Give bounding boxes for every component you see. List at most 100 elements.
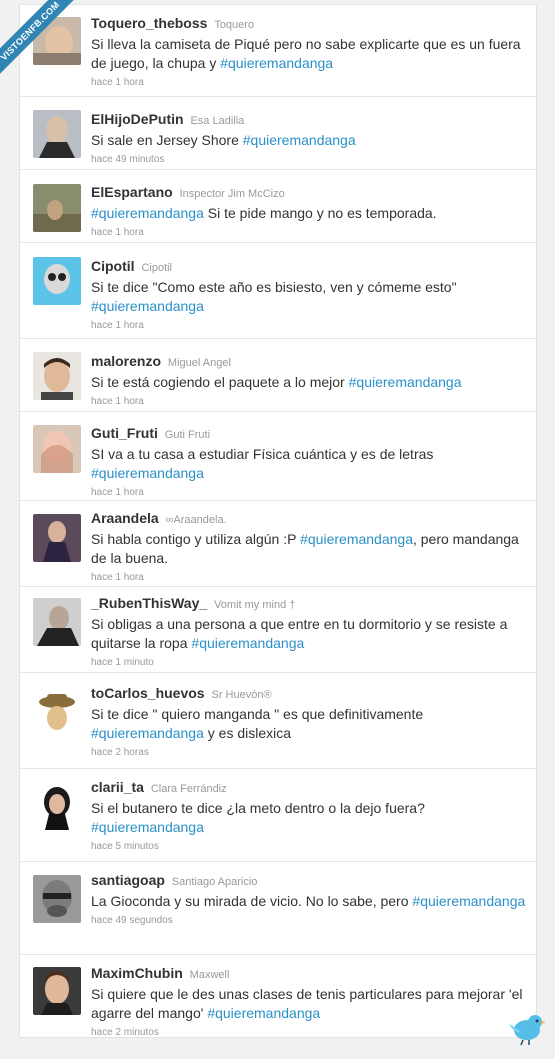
timestamp-link[interactable]: hace 5 minutos <box>91 840 528 853</box>
tweet-item: ElHijoDePutin Esa Ladilla Si sale en Jer… <box>20 97 536 170</box>
username-link[interactable]: clarii_ta <box>91 779 144 795</box>
tweet-header: Toquero_theboss Toquero <box>91 15 528 34</box>
hashtag-link[interactable]: #quieremandanga <box>300 531 413 547</box>
tweet-body: clarii_ta Clara Ferrándiz Si el butanero… <box>91 779 528 853</box>
tweet-text-content: Si el butanero te dice ¿la meto dentro o… <box>91 800 425 816</box>
hashtag-link[interactable]: #quieremandanga <box>220 55 333 71</box>
tweet-text-content: SI va a tu casa a estudiar Física cuánti… <box>91 446 434 462</box>
tweet-text: Si habla contigo y utiliza algún :P #qui… <box>91 530 528 568</box>
timestamp-link[interactable]: hace 1 hora <box>91 319 528 332</box>
twitter-bird-icon <box>505 1010 546 1046</box>
username-link[interactable]: santiagoap <box>91 872 165 888</box>
tweet-header: santiagoap Santiago Aparicio <box>91 872 528 891</box>
hashtag-link[interactable]: #quieremandanga <box>191 635 304 651</box>
timestamp-link[interactable]: hace 1 hora <box>91 226 528 239</box>
username-link[interactable]: Guti_Fruti <box>91 425 158 441</box>
tweet-body: Toquero_theboss Toquero Si lleva la cami… <box>91 15 528 89</box>
username-link[interactable]: ElEspartano <box>91 184 173 200</box>
timestamp-link[interactable]: hace 2 horas <box>91 746 528 759</box>
timestamp-link[interactable]: hace 1 hora <box>91 486 528 499</box>
tweet-body: toCarlos_huevos Sr Huevón® Si te dice " … <box>91 685 528 759</box>
tweet-item: MaximChubin Maxwell Si quiere que le des… <box>20 955 536 1039</box>
avatar[interactable] <box>33 514 81 562</box>
avatar[interactable] <box>33 110 81 158</box>
tweet-text-content: La Gioconda y su mirada de vicio. No lo … <box>91 893 409 909</box>
hashtag-link[interactable]: #quieremandanga <box>91 725 204 741</box>
fullname: Guti Fruti <box>164 429 211 441</box>
tweet-header: malorenzo Miguel Angel <box>91 353 528 372</box>
tweet-body: Guti_Fruti Guti Fruti SI va a tu casa a … <box>91 425 528 499</box>
timestamp-link[interactable]: hace 1 hora <box>91 76 528 89</box>
avatar-image <box>33 967 81 1015</box>
fullname: Cipotil <box>141 262 173 274</box>
fullname: Vomit my mind † <box>214 599 296 611</box>
tweet-text: Si el butanero te dice ¿la meto dentro o… <box>91 799 528 837</box>
username-link[interactable]: MaximChubin <box>91 965 183 981</box>
tweet-item: ElEspartano Inspector Jim McCizo #quiere… <box>20 170 536 243</box>
tweet-body: Araandela ∞Araandela. Si habla contigo y… <box>91 510 528 584</box>
fullname: Inspector Jim McCizo <box>179 188 285 200</box>
tweet-list-card: Toquero_theboss Toquero Si lleva la cami… <box>19 4 537 1038</box>
tweet-body: MaximChubin Maxwell Si quiere que le des… <box>91 965 528 1039</box>
timestamp-link[interactable]: hace 1 minuto <box>91 656 528 669</box>
tweet-body: ElHijoDePutin Esa Ladilla Si sale en Jer… <box>91 111 528 166</box>
username-link[interactable]: malorenzo <box>91 353 161 369</box>
fullname: Miguel Angel <box>167 357 231 369</box>
avatar[interactable] <box>33 352 81 400</box>
fullname: Sr Huevón® <box>211 689 272 701</box>
tweet-body: malorenzo Miguel Angel Si te está cogien… <box>91 353 528 408</box>
tweet-text-content: Si te dice "Como este año es bisiesto, v… <box>91 279 457 295</box>
avatar[interactable] <box>33 598 81 646</box>
avatar[interactable] <box>33 184 81 232</box>
timestamp-link[interactable]: hace 49 minutos <box>91 153 528 166</box>
hashtag-link[interactable]: #quieremandanga <box>412 893 525 909</box>
hashtag-link[interactable]: #quieremandanga <box>207 1005 320 1021</box>
tweet-text: Si obligas a una persona a que entre en … <box>91 615 528 653</box>
tweet-header: clarii_ta Clara Ferrándiz <box>91 779 528 798</box>
avatar-image <box>33 514 81 562</box>
avatar[interactable] <box>33 688 81 736</box>
username-link[interactable]: _RubenThisWay_ <box>91 595 207 611</box>
username-link[interactable]: Toquero_theboss <box>91 15 207 31</box>
tweet-item: Toquero_theboss Toquero Si lleva la cami… <box>20 5 536 97</box>
tweet-header: ElHijoDePutin Esa Ladilla <box>91 111 528 130</box>
avatar-image <box>33 782 81 830</box>
avatar[interactable] <box>33 257 81 305</box>
tweet-header: toCarlos_huevos Sr Huevón® <box>91 685 528 704</box>
avatar-image <box>33 257 81 305</box>
tweet-item: Araandela ∞Araandela. Si habla contigo y… <box>20 501 536 587</box>
tweet-item: Cipotil Cipotil Si te dice "Como este añ… <box>20 243 536 339</box>
timestamp-link[interactable]: hace 2 minutos <box>91 1026 528 1039</box>
tweet-item: Guti_Fruti Guti Fruti SI va a tu casa a … <box>20 412 536 501</box>
tweet-text: #quieremandanga Si te pide mango y no es… <box>91 204 528 223</box>
tweet-body: _RubenThisWay_ Vomit my mind † Si obliga… <box>91 595 528 669</box>
tweet-header: Guti_Fruti Guti Fruti <box>91 425 528 444</box>
hashtag-link[interactable]: #quieremandanga <box>91 298 204 314</box>
username-link[interactable]: Araandela <box>91 510 159 526</box>
hashtag-link[interactable]: #quieremandanga <box>91 205 204 221</box>
tweet-header: ElEspartano Inspector Jim McCizo <box>91 184 528 203</box>
fullname: Maxwell <box>189 969 230 981</box>
timestamp-link[interactable]: hace 49 segundos <box>91 914 528 927</box>
avatar[interactable] <box>33 875 81 923</box>
hashtag-link[interactable]: #quieremandanga <box>243 132 356 148</box>
username-link[interactable]: Cipotil <box>91 258 135 274</box>
avatar[interactable] <box>33 967 81 1015</box>
timestamp-link[interactable]: hace 1 hora <box>91 571 528 584</box>
tweet-text-content: Si te está cogiendo el paquete a lo mejo… <box>91 374 345 390</box>
hashtag-link[interactable]: #quieremandanga <box>349 374 462 390</box>
tweet-text-content-post: y es dislexica <box>203 725 292 741</box>
timestamp-link[interactable]: hace 1 hora <box>91 395 528 408</box>
hashtag-link[interactable]: #quieremandanga <box>91 819 204 835</box>
avatar-image <box>33 875 81 923</box>
hashtag-link[interactable]: #quieremandanga <box>91 465 204 481</box>
avatar[interactable] <box>33 782 81 830</box>
tweet-header: Cipotil Cipotil <box>91 258 528 277</box>
username-link[interactable]: toCarlos_huevos <box>91 685 205 701</box>
tweet-item: _RubenThisWay_ Vomit my mind † Si obliga… <box>20 587 536 673</box>
tweet-text: Si quiere que le des unas clases de teni… <box>91 985 528 1023</box>
avatar[interactable] <box>33 425 81 473</box>
username-link[interactable]: ElHijoDePutin <box>91 111 184 127</box>
tweet-text: La Gioconda y su mirada de vicio. No lo … <box>91 892 528 911</box>
tweet-header: MaximChubin Maxwell <box>91 965 528 984</box>
